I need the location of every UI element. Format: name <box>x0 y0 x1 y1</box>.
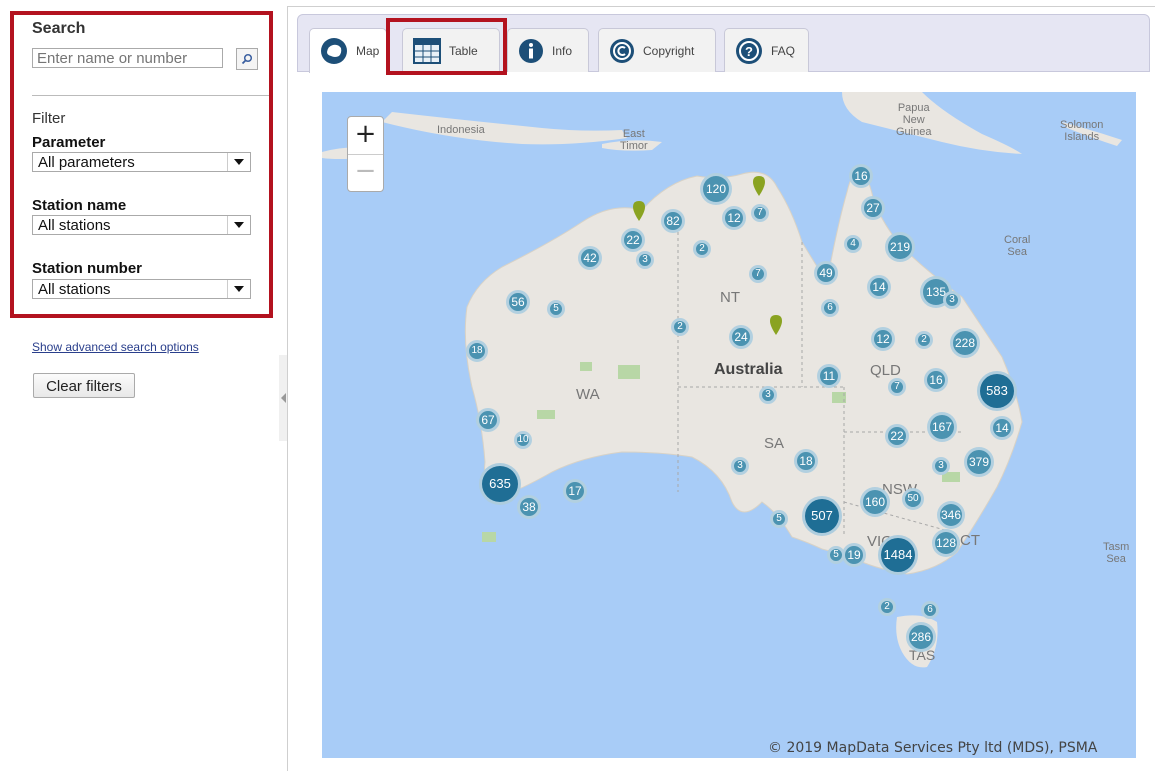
station-cluster[interactable]: 128 <box>932 529 960 557</box>
info-icon <box>518 38 544 64</box>
station-cluster[interactable]: 42 <box>578 246 602 270</box>
station-cluster[interactable]: 507 <box>802 496 842 536</box>
station-cluster[interactable]: 11 <box>817 364 841 388</box>
svg-text:?: ? <box>745 44 753 59</box>
station-cluster[interactable]: 16 <box>924 368 948 392</box>
station-cluster[interactable]: 7 <box>751 204 769 222</box>
tab-info[interactable]: Info <box>507 28 589 72</box>
station-cluster[interactable]: 219 <box>885 232 915 262</box>
zoom-out-button[interactable]: − <box>348 154 383 191</box>
station-cluster[interactable]: 3 <box>759 386 777 404</box>
filter-highlight-box <box>10 11 273 318</box>
station-cluster[interactable]: 14 <box>990 416 1014 440</box>
station-cluster[interactable]: 10 <box>514 431 532 449</box>
station-cluster[interactable]: 3 <box>943 291 961 309</box>
label-qld: QLD <box>870 362 901 379</box>
label-coral-sea: Coral Sea <box>1004 234 1031 258</box>
station-cluster[interactable]: 50 <box>902 488 924 510</box>
station-cluster[interactable]: 167 <box>927 412 957 442</box>
station-cluster[interactable]: 120 <box>700 173 732 205</box>
station-cluster[interactable]: 635 <box>479 463 521 505</box>
tab-map[interactable]: Map <box>309 28 387 73</box>
station-cluster[interactable]: 583 <box>977 371 1017 411</box>
sidebar: Search Filter Parameter All parameters S… <box>0 0 282 771</box>
map-marker-icon[interactable] <box>632 200 646 222</box>
station-cluster[interactable]: 18 <box>466 340 488 362</box>
map-icon <box>320 37 348 65</box>
label-wa: WA <box>576 386 600 403</box>
station-cluster[interactable]: 7 <box>888 378 906 396</box>
label-papua-new-guinea: Papua New Guinea <box>896 102 932 138</box>
station-cluster[interactable]: 67 <box>476 408 500 432</box>
station-cluster[interactable]: 38 <box>517 495 541 519</box>
station-cluster[interactable]: 14 <box>867 275 891 299</box>
label-sa: SA <box>764 435 785 452</box>
station-cluster[interactable]: 2 <box>878 598 896 616</box>
station-cluster[interactable]: 12 <box>871 327 895 351</box>
clear-filters-button[interactable]: Clear filters <box>33 373 135 398</box>
station-cluster[interactable]: 22 <box>885 424 909 448</box>
map-copyright: © 2019 MapData Services Pty ltd (MDS), P… <box>768 740 1098 756</box>
label-nt: NT <box>720 289 740 306</box>
label-tasman-sea: Tasm Sea <box>1103 541 1130 565</box>
zoom-in-button[interactable]: + <box>348 117 383 155</box>
copyright-icon <box>609 38 635 64</box>
station-cluster[interactable]: 19 <box>842 543 866 567</box>
label-australia: Australia <box>714 361 783 378</box>
station-cluster[interactable]: 346 <box>937 501 965 529</box>
station-cluster[interactable]: 3 <box>731 457 749 475</box>
tab-copyright-label: Copyright <box>643 43 695 58</box>
collapse-arrow-icon[interactable] <box>281 393 286 403</box>
table-tab-highlight-box <box>386 18 507 75</box>
tab-copyright[interactable]: Copyright <box>598 28 716 72</box>
map-marker-icon[interactable] <box>752 175 766 197</box>
station-cluster[interactable]: 1484 <box>878 535 918 575</box>
station-cluster[interactable]: 5 <box>547 300 565 318</box>
station-cluster[interactable]: 228 <box>950 328 980 358</box>
station-cluster[interactable]: 7 <box>749 265 767 283</box>
station-cluster[interactable]: 82 <box>661 209 685 233</box>
label-solomon-islands: Solomon Islands <box>1060 119 1104 143</box>
station-cluster[interactable]: 17 <box>563 479 587 503</box>
map-canvas[interactable]: Indonesia East Timor Papua New Guinea So… <box>322 92 1136 758</box>
station-cluster[interactable]: 160 <box>860 487 890 517</box>
tab-faq[interactable]: ? FAQ <box>724 28 809 72</box>
tab-map-label: Map <box>356 44 380 58</box>
station-cluster[interactable]: 3 <box>932 457 950 475</box>
station-cluster[interactable]: 49 <box>814 261 838 285</box>
map-marker-icon[interactable] <box>769 314 783 336</box>
label-indonesia: Indonesia <box>437 124 485 136</box>
tab-faq-label: FAQ <box>771 43 796 58</box>
label-east-timor: East Timor <box>620 128 648 152</box>
station-cluster[interactable]: 6 <box>821 299 839 317</box>
station-cluster[interactable]: 24 <box>729 325 753 349</box>
station-cluster[interactable]: 27 <box>861 196 885 220</box>
station-cluster[interactable]: 18 <box>794 449 818 473</box>
station-cluster[interactable]: 22 <box>621 228 645 252</box>
tab-info-label: Info <box>552 43 573 58</box>
station-cluster[interactable]: 6 <box>921 601 939 619</box>
station-cluster[interactable]: 286 <box>906 622 936 652</box>
station-cluster[interactable]: 16 <box>849 164 873 188</box>
station-cluster[interactable]: 379 <box>964 447 994 477</box>
station-cluster[interactable]: 2 <box>671 318 689 336</box>
station-cluster[interactable]: 12 <box>722 206 746 230</box>
station-cluster[interactable]: 2 <box>915 331 933 349</box>
station-cluster[interactable]: 56 <box>506 290 530 314</box>
station-cluster[interactable]: 2 <box>693 240 711 258</box>
station-cluster[interactable]: 3 <box>636 251 654 269</box>
station-cluster[interactable]: 5 <box>770 510 788 528</box>
advanced-search-link[interactable]: Show advanced search options <box>32 340 199 354</box>
faq-icon: ? <box>735 37 763 65</box>
station-cluster[interactable]: 4 <box>844 235 862 253</box>
zoom-control: + − <box>347 116 384 192</box>
